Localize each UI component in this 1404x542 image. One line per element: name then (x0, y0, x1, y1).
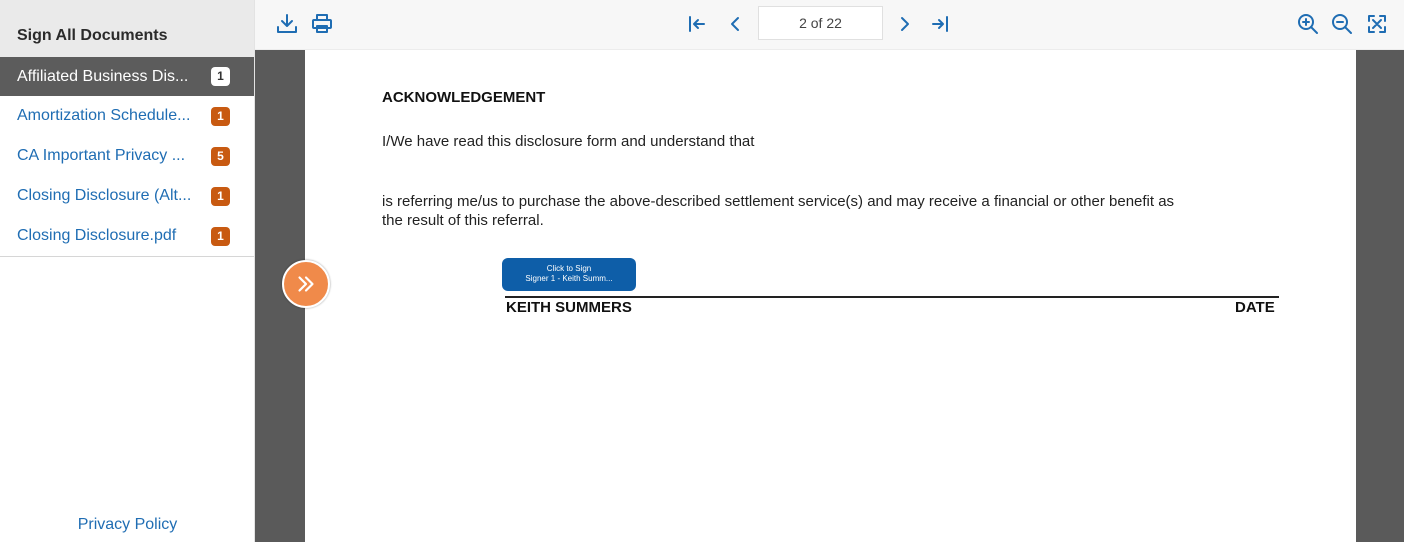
document-name: Closing Disclosure.pdf (17, 227, 177, 244)
privacy-policy-link[interactable]: Privacy Policy (0, 516, 255, 534)
first-page-icon[interactable] (685, 12, 709, 36)
sign-button-signer: Signer 1 - Keith Summ... (525, 274, 613, 283)
document-item-closing-disclosure[interactable]: Closing Disclosure.pdf 1 (0, 216, 254, 256)
date-label: DATE (1235, 299, 1275, 316)
signature-count-badge: 1 (211, 186, 230, 206)
document-viewer[interactable]: ACKNOWLEDGEMENT I/We have read this disc… (255, 50, 1404, 542)
document-item-ca-important-privacy[interactable]: CA Important Privacy ... 5 (0, 136, 254, 176)
document-name: Closing Disclosure (Alt... (17, 187, 192, 204)
document-sidebar: Sign All Documents Affiliated Business D… (0, 0, 255, 542)
document-text-line: is referring me/us to purchase the above… (382, 193, 1175, 210)
prev-page-icon[interactable] (723, 12, 747, 36)
signature-count-badge: 5 (211, 146, 230, 166)
zoom-out-icon[interactable] (1330, 12, 1354, 36)
fit-page-icon[interactable] (1365, 12, 1389, 36)
signature-count-badge: 1 (211, 67, 230, 86)
page-indicator[interactable]: 2 of 22 (758, 6, 883, 40)
download-icon[interactable] (275, 12, 299, 36)
document-item-affiliated-business[interactable]: Affiliated Business Dis... 1 (0, 57, 254, 96)
next-signature-button[interactable] (282, 260, 330, 308)
print-icon[interactable] (310, 12, 334, 36)
signer-name: KEITH SUMMERS (506, 299, 632, 316)
click-to-sign-button[interactable]: Click to Sign Signer 1 - Keith Summ... (502, 258, 636, 291)
sidebar-title: Sign All Documents (0, 0, 254, 57)
signature-line (505, 296, 1279, 298)
document-page: ACKNOWLEDGEMENT I/We have read this disc… (305, 50, 1356, 542)
document-item-amortization-schedule[interactable]: Amortization Schedule... 1 (0, 96, 254, 136)
document-heading: ACKNOWLEDGEMENT (382, 89, 546, 106)
next-page-icon[interactable] (893, 12, 917, 36)
double-chevron-right-icon (298, 276, 314, 292)
document-text-line: I/We have read this disclosure form and … (382, 133, 755, 150)
signature-count-badge: 1 (211, 106, 230, 126)
document-name: Affiliated Business Dis... (17, 67, 189, 85)
document-item-closing-disclosure-alt[interactable]: Closing Disclosure (Alt... 1 (0, 176, 254, 216)
signature-count-badge: 1 (211, 226, 230, 246)
document-name: CA Important Privacy ... (17, 147, 186, 164)
sign-button-label: Click to Sign (546, 264, 592, 273)
zoom-in-icon[interactable] (1296, 12, 1320, 36)
document-name: Amortization Schedule... (17, 107, 191, 124)
last-page-icon[interactable] (928, 12, 952, 36)
document-text-line: the result of this referral. (382, 212, 544, 229)
document-list: Affiliated Business Dis... 1 Amortizatio… (0, 57, 254, 257)
viewer-toolbar: 2 of 22 (255, 0, 1404, 50)
